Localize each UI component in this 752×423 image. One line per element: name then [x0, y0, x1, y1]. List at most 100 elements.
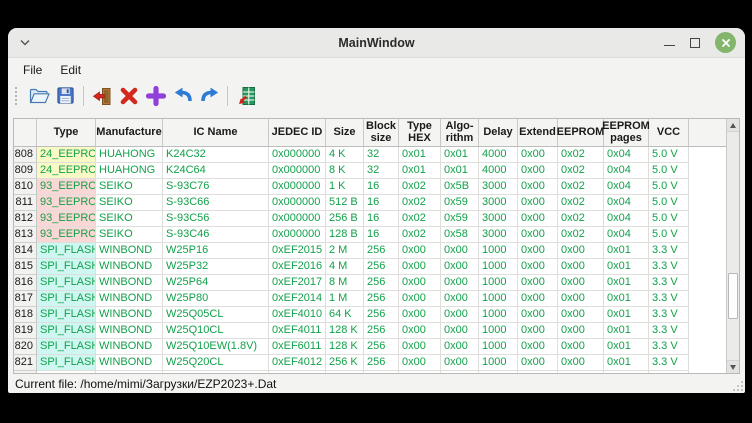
table-cell[interactable]: 0x01: [604, 243, 649, 259]
table-cell[interactable]: 3.3 V: [649, 355, 689, 371]
close-button[interactable]: [715, 32, 736, 53]
table-cell[interactable]: 0x00: [441, 339, 479, 355]
table-cell[interactable]: SPI_FLASH: [37, 275, 96, 291]
table-cell[interactable]: 3000: [479, 227, 518, 243]
table-cell[interactable]: SEIKO: [96, 179, 163, 195]
table-cell[interactable]: 0x00: [441, 355, 479, 371]
table-cell[interactable]: 0x00: [558, 275, 604, 291]
table-cell[interactable]: 5.0 V: [649, 227, 689, 243]
table-cell[interactable]: SPI_FLASH: [37, 323, 96, 339]
table-cell[interactable]: 0xEF2015: [269, 243, 326, 259]
table-cell[interactable]: 16: [364, 179, 399, 195]
scrollbar-thumb[interactable]: [728, 273, 738, 319]
table-cell[interactable]: 256: [364, 307, 399, 323]
table-cell[interactable]: 256: [364, 243, 399, 259]
table-cell[interactable]: 0x02: [399, 211, 441, 227]
table-cell[interactable]: 0x01: [604, 275, 649, 291]
table-cell[interactable]: WINBOND: [96, 243, 163, 259]
table-cell[interactable]: 0x00: [399, 275, 441, 291]
table-cell[interactable]: 0x01: [399, 147, 441, 163]
table-cell[interactable]: 0x00: [441, 291, 479, 307]
menu-edit[interactable]: Edit: [51, 61, 90, 79]
table-cell[interactable]: HUAHONG: [96, 147, 163, 163]
table-cell[interactable]: 0x04: [604, 211, 649, 227]
column-header[interactable]: Manufacture: [96, 119, 163, 146]
table-cell[interactable]: 0x58: [441, 227, 479, 243]
table-cell[interactable]: 0x04: [604, 163, 649, 179]
table-cell[interactable]: WINBOND: [96, 307, 163, 323]
column-header[interactable]: Block size: [364, 119, 399, 146]
undo-button[interactable]: [169, 83, 196, 108]
toolbar-handle[interactable]: [15, 87, 20, 105]
table-cell[interactable]: 0xEF6011: [269, 339, 326, 355]
table-cell[interactable]: 5.0 V: [649, 179, 689, 195]
table-cell[interactable]: 0x04: [604, 227, 649, 243]
table-cell[interactable]: 0x000000: [269, 163, 326, 179]
table-cell[interactable]: 1000: [479, 291, 518, 307]
row-number-cell[interactable]: 808: [14, 147, 37, 163]
scroll-up-button[interactable]: [727, 119, 739, 132]
table-cell[interactable]: 8 K: [326, 163, 364, 179]
table-cell[interactable]: W25Q05CL: [163, 307, 269, 323]
table-cell[interactable]: 3.3 V: [649, 323, 689, 339]
table-cell[interactable]: 0xEF2014: [269, 291, 326, 307]
table-cell[interactable]: 0x000000: [269, 195, 326, 211]
table-cell[interactable]: 0x000000: [269, 147, 326, 163]
table-cell[interactable]: 3000: [479, 211, 518, 227]
row-number-cell[interactable]: 813: [14, 227, 37, 243]
table-cell[interactable]: 0x01: [441, 163, 479, 179]
table-cell[interactable]: 93_EEPROM: [37, 227, 96, 243]
column-header[interactable]: EEPROM pages: [604, 119, 649, 146]
table-cell[interactable]: 0x00: [558, 339, 604, 355]
table-cell[interactable]: 512 B: [326, 195, 364, 211]
table-cell[interactable]: 0x00: [399, 339, 441, 355]
table-cell[interactable]: WINBOND: [96, 323, 163, 339]
table-cell[interactable]: 64 K: [326, 307, 364, 323]
table-cell[interactable]: 5.0 V: [649, 211, 689, 227]
table-cell[interactable]: 0x00: [558, 259, 604, 275]
row-number-cell[interactable]: 817: [14, 291, 37, 307]
table-cell[interactable]: 256: [364, 355, 399, 371]
table-cell[interactable]: W25P80: [163, 291, 269, 307]
table-cell[interactable]: 0x01: [604, 259, 649, 275]
table-cell[interactable]: 0x01: [604, 339, 649, 355]
table-cell[interactable]: 0x01: [604, 355, 649, 371]
table-cell[interactable]: 1 K: [326, 179, 364, 195]
row-number-cell[interactable]: 809: [14, 163, 37, 179]
delete-button[interactable]: [115, 83, 142, 108]
table-cell[interactable]: 256: [364, 275, 399, 291]
table-cell[interactable]: 0x04: [604, 147, 649, 163]
vertical-scrollbar[interactable]: [726, 119, 739, 373]
table-cell[interactable]: WINBOND: [96, 339, 163, 355]
table-cell[interactable]: 0x00: [558, 291, 604, 307]
table-cell[interactable]: 3000: [479, 179, 518, 195]
table-cell[interactable]: 0xEF4012: [269, 355, 326, 371]
table-cell[interactable]: 16: [364, 195, 399, 211]
table-cell[interactable]: 16: [364, 227, 399, 243]
table-cell[interactable]: 0x5B: [441, 179, 479, 195]
table-cell[interactable]: 1000: [479, 307, 518, 323]
table-cell[interactable]: 1 M: [326, 291, 364, 307]
table-cell[interactable]: 0x00: [518, 211, 558, 227]
table-cell[interactable]: 0x00: [399, 243, 441, 259]
table-cell[interactable]: 0x04: [604, 179, 649, 195]
row-number-cell[interactable]: 819: [14, 323, 37, 339]
table-cell[interactable]: 0x000000: [269, 211, 326, 227]
minimize-button[interactable]: [664, 36, 675, 46]
table-cell[interactable]: SEIKO: [96, 195, 163, 211]
table-cell[interactable]: 0x00: [518, 163, 558, 179]
table-cell[interactable]: S-93C46: [163, 227, 269, 243]
table-cell[interactable]: 256: [364, 259, 399, 275]
scrollbar-track[interactable]: [727, 132, 739, 360]
column-header[interactable]: Extend: [518, 119, 558, 146]
table-cell[interactable]: 2 M: [326, 243, 364, 259]
menu-file[interactable]: File: [14, 61, 51, 79]
table-cell[interactable]: 0x02: [558, 227, 604, 243]
table-cell[interactable]: 0x00: [399, 355, 441, 371]
row-number-cell[interactable]: 818: [14, 307, 37, 323]
table-cell[interactable]: 0x00: [518, 243, 558, 259]
table-cell[interactable]: 0x01: [399, 163, 441, 179]
table-cell[interactable]: 128 B: [326, 227, 364, 243]
table-cell[interactable]: 1000: [479, 355, 518, 371]
table-cell[interactable]: 0x00: [558, 243, 604, 259]
